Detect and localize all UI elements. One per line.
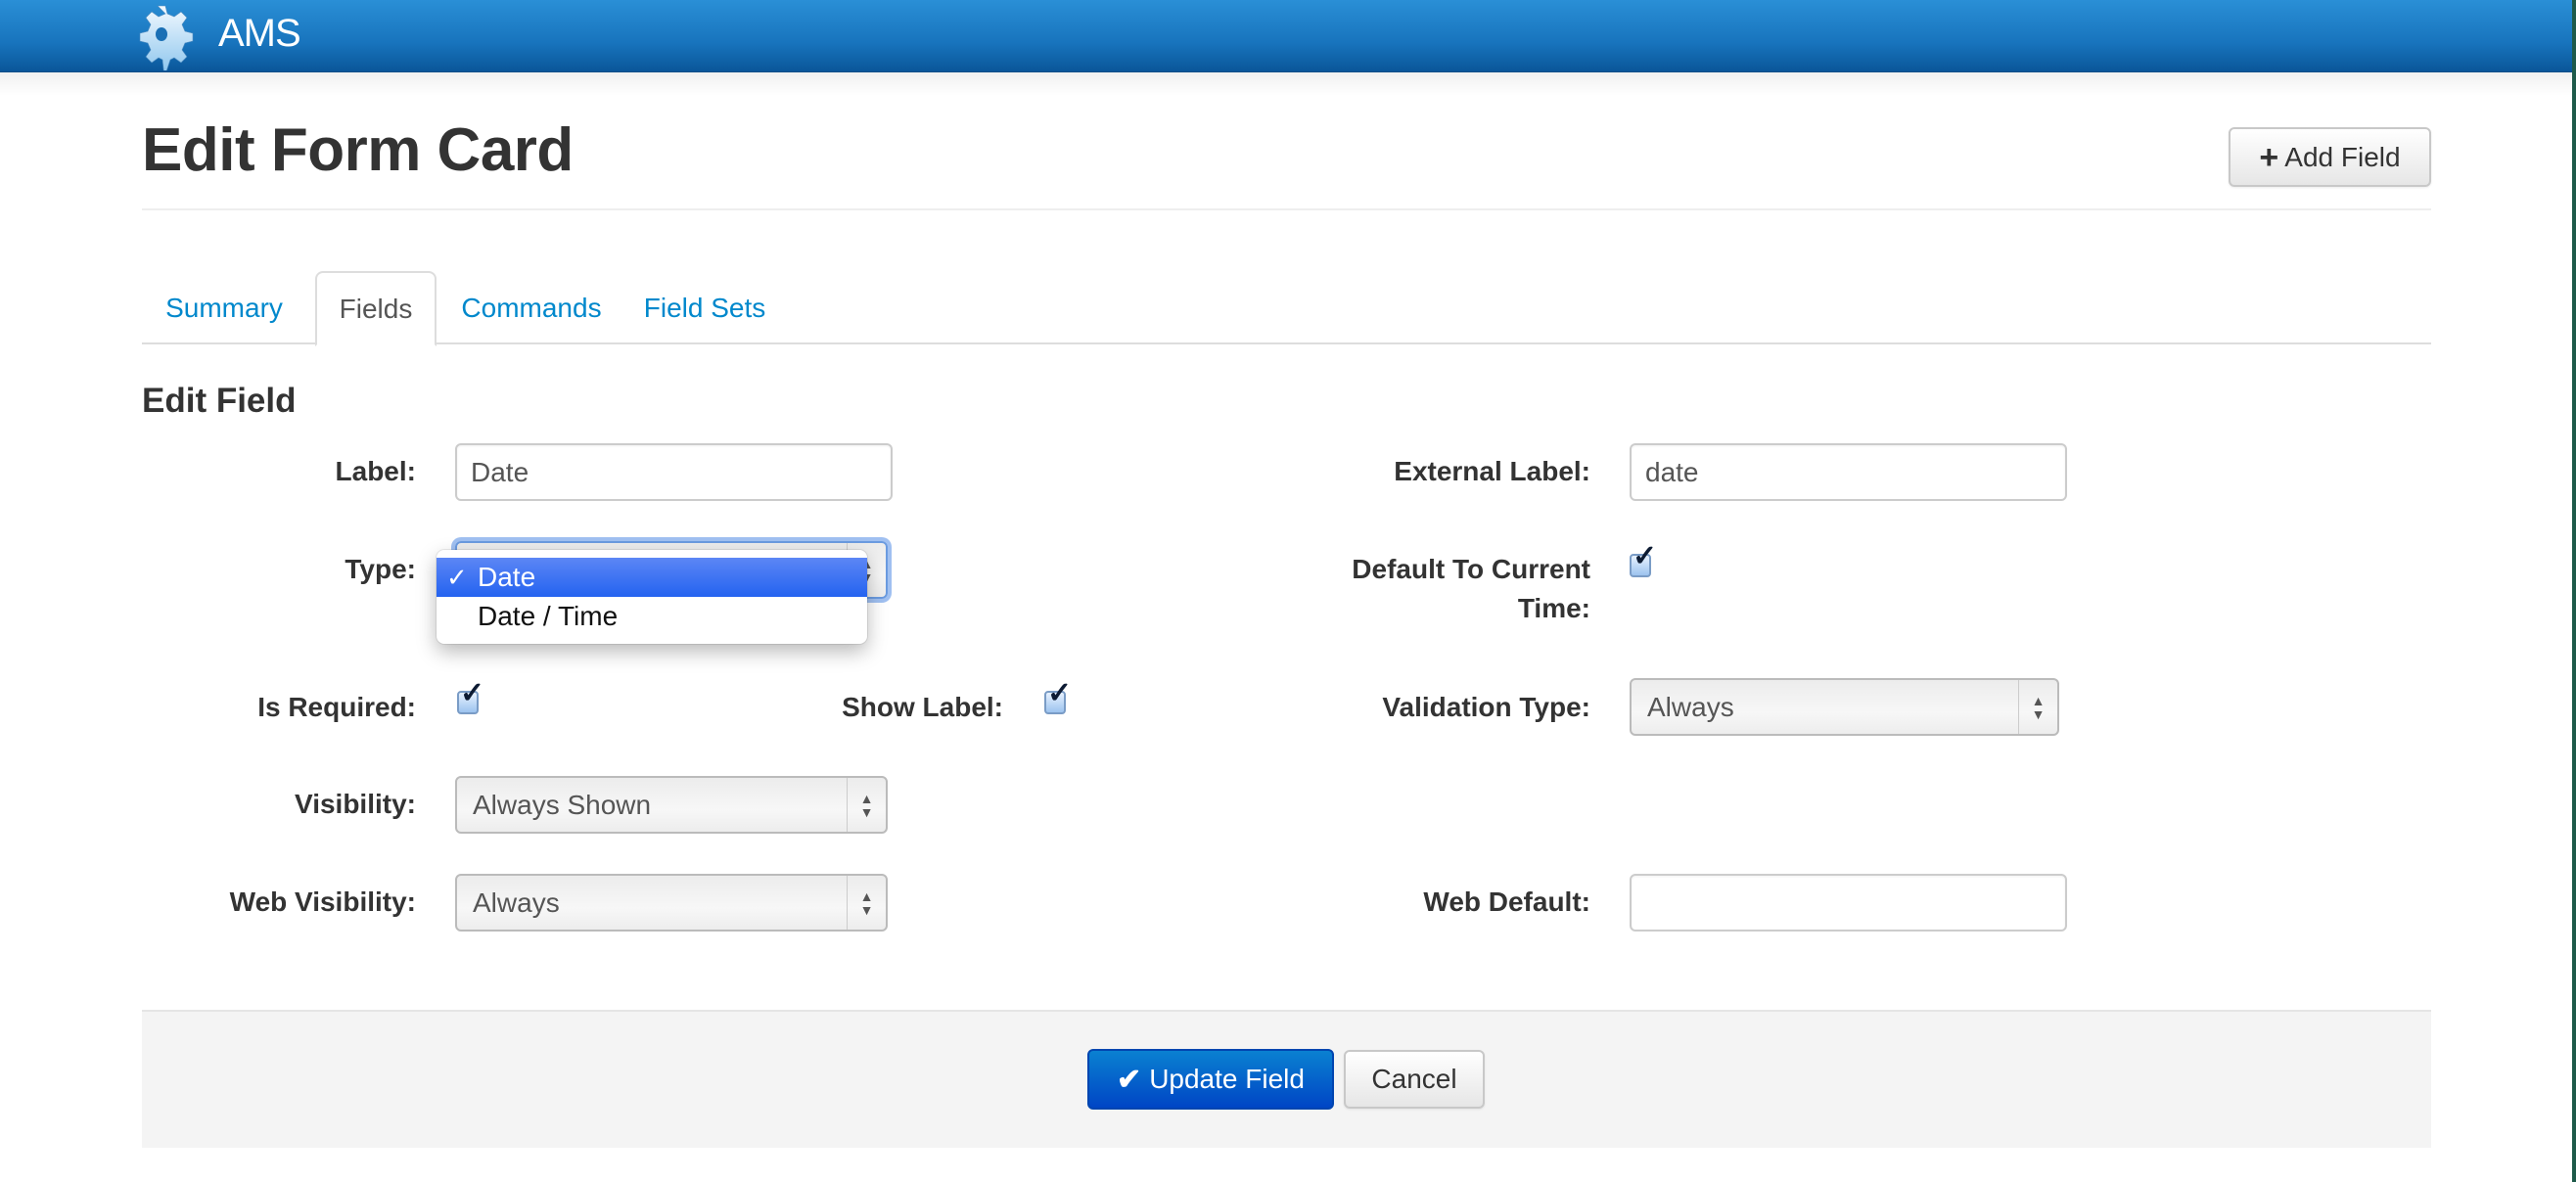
update-field-label: Update Field — [1149, 1064, 1305, 1094]
section-title: Edit Field — [142, 382, 297, 420]
app-title[interactable]: AMS — [218, 12, 301, 56]
external-label-input[interactable]: date — [1630, 443, 2067, 501]
tab-commands[interactable]: Commands — [448, 271, 615, 344]
is-required-checkbox[interactable]: ✓ — [457, 679, 484, 714]
option-label: Date — [478, 562, 536, 592]
external-label-label: External Label: — [1394, 456, 1590, 486]
check-icon: ✓ — [1047, 677, 1073, 709]
check-icon: ✓ — [460, 677, 485, 709]
type-option-date[interactable]: ✓ Date — [437, 558, 867, 597]
select-arrows-icon: ▲▼ — [847, 876, 886, 930]
tab-fields[interactable]: Fields — [315, 271, 437, 346]
visibility-select[interactable]: Always Shown ▲ ▼ — [455, 776, 888, 834]
is-required-label: Is Required: — [257, 692, 416, 722]
default-current-time-checkbox[interactable]: ✓ — [1630, 542, 1657, 577]
tab-field-sets[interactable]: Field Sets — [631, 271, 778, 344]
visibility-label: Visibility: — [295, 789, 416, 819]
web-default-label: Web Default: — [1423, 886, 1590, 917]
tab-bar: Summary Fields Commands Field Sets — [142, 271, 2431, 346]
show-label-label: Show Label: — [842, 692, 1003, 722]
update-field-button[interactable]: ✔ Update Field — [1087, 1049, 1334, 1110]
option-label: Date / Time — [478, 601, 619, 631]
gear-icon[interactable] — [127, 2, 196, 70]
select-arrows-icon: ▲▼ — [847, 778, 886, 832]
web-visibility-label: Web Visibility: — [229, 886, 416, 917]
label-field-label: Label: — [335, 456, 416, 486]
web-default-input[interactable] — [1630, 874, 2067, 932]
web-visibility-select[interactable]: Always ▲ ▼ — [455, 874, 888, 932]
type-option-date-time[interactable]: Date / Time — [437, 597, 867, 636]
page-title: Edit Form Card — [142, 116, 574, 184]
top-navbar: AMS — [0, 0, 2572, 72]
window-edge — [2572, 0, 2576, 1182]
add-field-label: Add Field — [2284, 141, 2401, 172]
check-icon: ✓ — [1633, 540, 1658, 572]
add-field-button[interactable]: + Add Field — [2229, 127, 2431, 187]
tab-summary[interactable]: Summary — [142, 271, 306, 344]
visibility-value: Always Shown — [473, 789, 652, 820]
validation-type-select[interactable]: Always ▲ ▼ — [1630, 678, 2059, 736]
check-icon: ✔ — [1117, 1063, 1142, 1096]
default-current-time-label: Default To Current Time: — [1352, 554, 1590, 623]
validation-type-value: Always — [1647, 691, 1734, 722]
web-visibility-value: Always — [473, 886, 560, 918]
label-input-value: Date — [471, 456, 529, 487]
label-input[interactable]: Date — [455, 443, 893, 501]
external-label-value: date — [1645, 456, 1699, 487]
header-divider — [142, 208, 2431, 210]
checkmark-icon: ✓ — [446, 562, 468, 592]
type-dropdown-menu: ✓ Date Date / Time — [437, 550, 867, 644]
show-label-checkbox[interactable]: ✓ — [1044, 679, 1072, 714]
validation-type-label: Validation Type: — [1382, 692, 1590, 722]
cancel-button[interactable]: Cancel — [1344, 1050, 1485, 1109]
cancel-label: Cancel — [1371, 1064, 1457, 1094]
type-label: Type: — [345, 554, 416, 584]
navbar-shadow — [0, 72, 2572, 96]
plus-icon: + — [2259, 138, 2279, 176]
select-arrows-icon: ▲▼ — [2018, 680, 2057, 734]
